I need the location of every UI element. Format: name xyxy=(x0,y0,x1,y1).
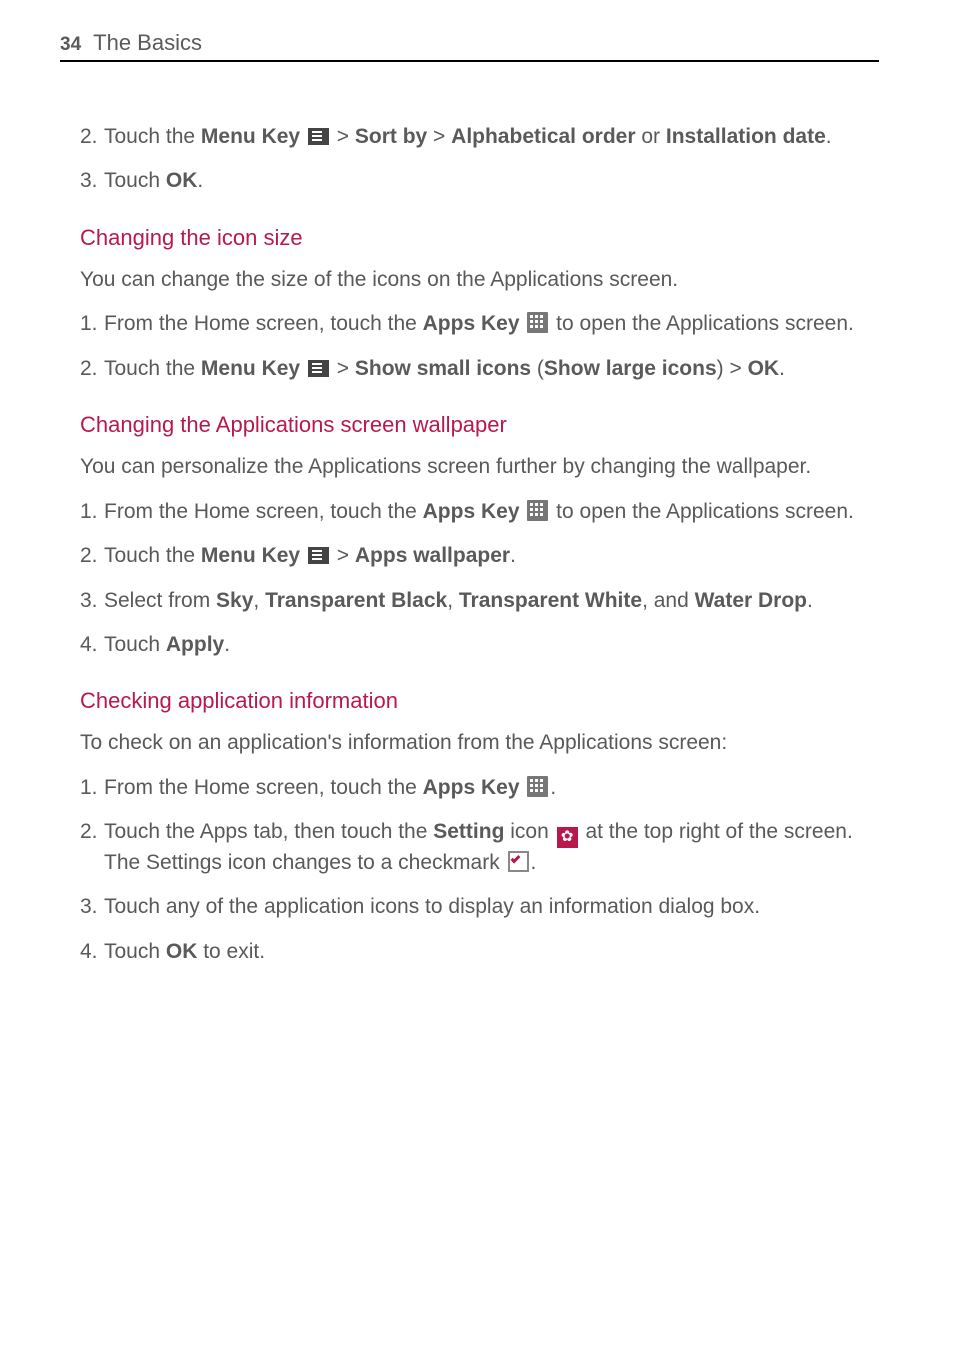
step-text: . xyxy=(197,169,203,192)
step-number: 1. xyxy=(80,309,98,339)
ok-label: OK xyxy=(166,169,198,192)
paragraph: To check on an application's information… xyxy=(80,728,879,758)
apps-key-icon xyxy=(527,776,548,797)
paragraph: You can change the size of the icons on … xyxy=(80,265,879,295)
checkmark-icon xyxy=(508,851,529,872)
step-text: to open the Applications screen. xyxy=(550,312,854,335)
apps-key-label: Apps Key xyxy=(423,312,520,335)
step-text: . xyxy=(779,357,785,380)
step-text: . xyxy=(510,544,516,567)
step-text: or xyxy=(636,125,666,148)
step-number: 2. xyxy=(80,817,98,847)
list-item: 2. Touch the Apps tab, then touch the Se… xyxy=(80,817,879,878)
transparent-black-label: Transparent Black xyxy=(265,589,447,612)
menu-key-icon xyxy=(308,128,329,145)
step-number: 1. xyxy=(80,497,98,527)
step-text: > xyxy=(331,125,355,148)
sort-by-label: Sort by xyxy=(355,125,427,148)
step-text: . xyxy=(807,589,813,612)
step-text: icon xyxy=(504,820,554,843)
transparent-white-label: Transparent White xyxy=(459,589,642,612)
install-date-label: Installation date xyxy=(666,125,826,148)
setting-label: Setting xyxy=(433,820,504,843)
menu-key-label: Menu Key xyxy=(201,125,300,148)
step-text: , xyxy=(253,589,265,612)
step-number: 4. xyxy=(80,630,98,660)
section-heading-app-info: Checking application information xyxy=(80,688,879,714)
step-text: ) > xyxy=(717,357,748,380)
step-text: Touch any of the application icons to di… xyxy=(104,895,760,918)
step-text: Touch the xyxy=(104,544,201,567)
list-item: 2. Touch the Menu Key > Sort by > Alphab… xyxy=(80,122,879,152)
step-text: > xyxy=(331,544,355,567)
list-item: 1. From the Home screen, touch the Apps … xyxy=(80,497,879,527)
show-large-icons-label: Show large icons xyxy=(544,357,717,380)
step-text: Touch the xyxy=(104,125,201,148)
page-content: 2. Touch the Menu Key > Sort by > Alphab… xyxy=(60,122,879,967)
list-item: 1. From the Home screen, touch the Apps … xyxy=(80,309,879,339)
step-number: 2. xyxy=(80,541,98,571)
step-number: 3. xyxy=(80,166,98,196)
step-text: to exit. xyxy=(197,940,265,963)
apps-key-label: Apps Key xyxy=(423,500,520,523)
list-item: 2. Touch the Menu Key > Apps wallpaper. xyxy=(80,541,879,571)
step-text: , xyxy=(447,589,459,612)
apps-key-icon xyxy=(527,500,548,521)
step-text: . xyxy=(531,851,537,874)
step-number: 3. xyxy=(80,892,98,922)
step-text: Touch xyxy=(104,940,166,963)
apps-key-label: Apps Key xyxy=(423,776,520,799)
step-number: 2. xyxy=(80,122,98,152)
menu-key-label: Menu Key xyxy=(201,544,300,567)
list-item: 3. Touch OK. xyxy=(80,166,879,196)
list-item: 2. Touch the Menu Key > Show small icons… xyxy=(80,354,879,384)
water-drop-label: Water Drop xyxy=(695,589,807,612)
list-item: 3. Touch any of the application icons to… xyxy=(80,892,879,922)
apps-wallpaper-label: Apps wallpaper xyxy=(355,544,510,567)
chapter-title: The Basics xyxy=(93,30,202,56)
step-text: Select from xyxy=(104,589,216,612)
ok-label: OK xyxy=(166,940,198,963)
list-item: 4. Touch OK to exit. xyxy=(80,937,879,967)
step-text: > xyxy=(427,125,451,148)
step-text: . xyxy=(550,776,556,799)
list-item: 1. From the Home screen, touch the Apps … xyxy=(80,773,879,803)
step-text: From the Home screen, touch the xyxy=(104,312,423,335)
setting-icon: ✿ xyxy=(557,827,578,848)
section-heading-icon-size: Changing the icon size xyxy=(80,225,879,251)
step-text: Touch xyxy=(104,633,166,656)
sky-label: Sky xyxy=(216,589,253,612)
step-text: ( xyxy=(531,357,544,380)
step-text: , and xyxy=(642,589,695,612)
step-text: > xyxy=(331,357,355,380)
apply-label: Apply xyxy=(166,633,224,656)
step-text: to open the Applications screen. xyxy=(550,500,854,523)
alpha-order-label: Alphabetical order xyxy=(451,125,635,148)
ok-label: OK xyxy=(748,357,780,380)
step-text: Touch xyxy=(104,169,166,192)
apps-key-icon xyxy=(527,312,548,333)
step-number: 2. xyxy=(80,354,98,384)
step-text: Touch the xyxy=(104,357,201,380)
menu-key-icon xyxy=(308,547,329,564)
step-number: 1. xyxy=(80,773,98,803)
step-text: Touch the Apps tab, then touch the xyxy=(104,820,433,843)
menu-key-icon xyxy=(308,360,329,377)
list-item: 4. Touch Apply. xyxy=(80,630,879,660)
step-number: 3. xyxy=(80,586,98,616)
step-text: . xyxy=(826,125,832,148)
list-item: 3. Select from Sky, Transparent Black, T… xyxy=(80,586,879,616)
paragraph: You can personalize the Applications scr… xyxy=(80,452,879,482)
show-small-icons-label: Show small icons xyxy=(355,357,531,380)
step-text: From the Home screen, touch the xyxy=(104,776,423,799)
step-text: . xyxy=(224,633,230,656)
step-text: From the Home screen, touch the xyxy=(104,500,423,523)
menu-key-label: Menu Key xyxy=(201,357,300,380)
step-number: 4. xyxy=(80,937,98,967)
page-number: 34 xyxy=(60,34,81,56)
page-header: 34 The Basics xyxy=(60,30,879,62)
section-heading-wallpaper: Changing the Applications screen wallpap… xyxy=(80,412,879,438)
